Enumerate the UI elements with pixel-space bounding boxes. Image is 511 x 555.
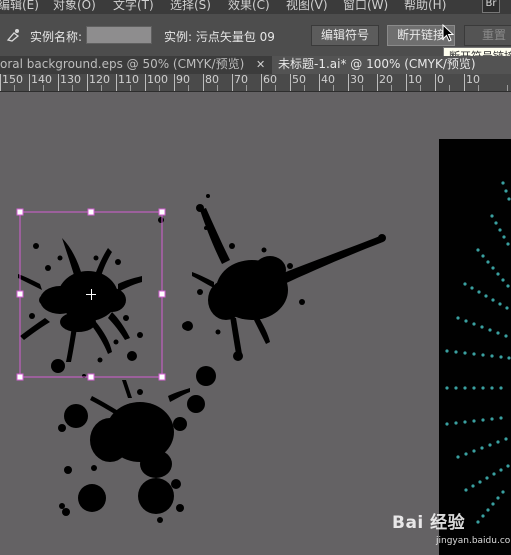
- resize-handle[interactable]: [87, 373, 95, 381]
- ink-splatter[interactable]: [183, 194, 386, 361]
- watermark-url: jingyan.baidu.com: [436, 536, 511, 546]
- resize-handle[interactable]: [158, 290, 166, 298]
- watermark-logo: Bai 经验: [392, 513, 466, 533]
- selection-bounding-box[interactable]: [16, 208, 166, 381]
- ink-splatter[interactable]: [58, 366, 216, 523]
- ink-splatter-selected[interactable]: [18, 238, 143, 378]
- ink-dots: [158, 217, 212, 330]
- resize-handle[interactable]: [16, 208, 24, 216]
- resize-handle[interactable]: [87, 208, 95, 216]
- artwork-canvas[interactable]: [0, 0, 511, 555]
- dotted-rays: [445, 181, 511, 524]
- resize-handle[interactable]: [16, 373, 24, 381]
- resize-handle[interactable]: [158, 373, 166, 381]
- resize-handle[interactable]: [16, 290, 24, 298]
- resize-handle[interactable]: [158, 208, 166, 216]
